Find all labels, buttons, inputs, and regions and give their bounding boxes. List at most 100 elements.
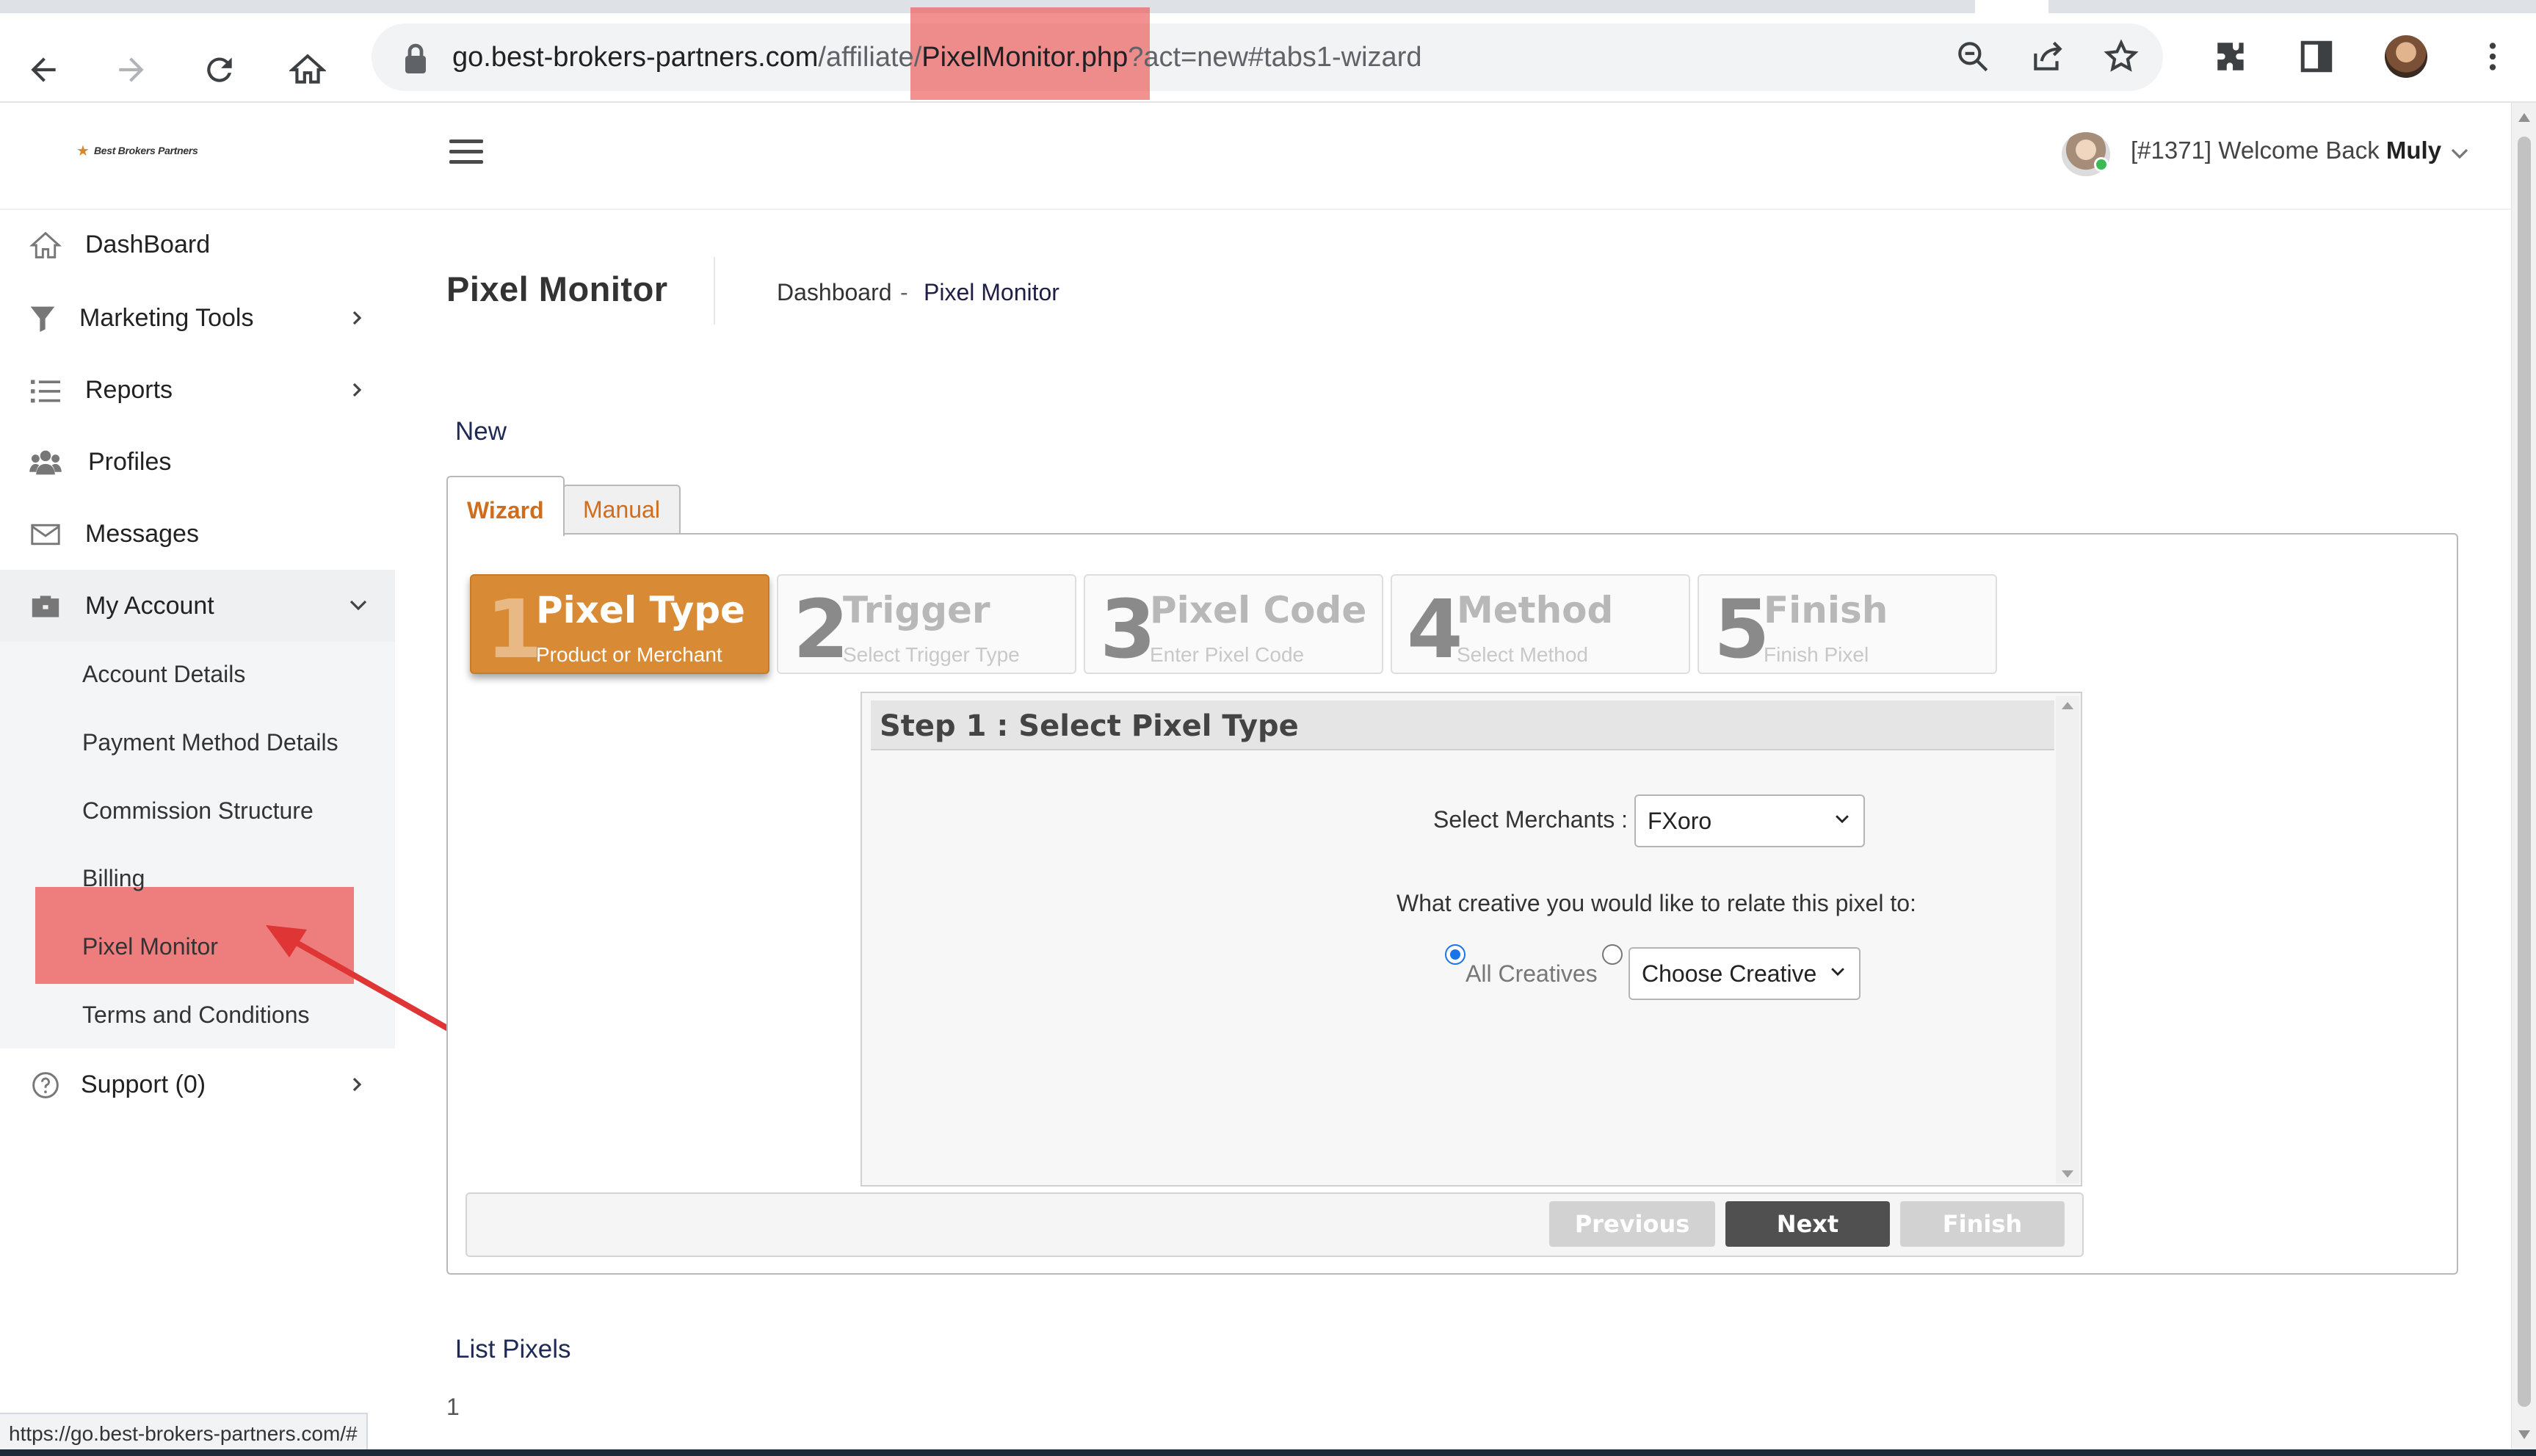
scrollbar-thumb[interactable]	[2518, 137, 2531, 1407]
sidebar-item-label: DashBoard	[85, 230, 211, 258]
brand-logo[interactable]: ★ Best Brokers Partners	[76, 140, 198, 162]
chevron-down-icon	[1836, 815, 1849, 824]
sidebar-item-label: Support (0)	[81, 1070, 206, 1098]
section-title-new: New	[455, 417, 507, 446]
scroll-up-icon[interactable]	[2062, 702, 2073, 709]
page-scrollbar[interactable]	[2511, 103, 2536, 1449]
welcome-message[interactable]: [#1371] Welcome Back Muly	[2131, 137, 2441, 164]
merchant-select[interactable]: FXoro	[1634, 794, 1865, 847]
breadcrumb-separator: -	[900, 279, 908, 305]
step-scrollbar[interactable]	[2056, 696, 2079, 1184]
home-icon	[29, 231, 62, 258]
sidebar-item-label: Messages	[85, 519, 199, 548]
sidebar-item-reports[interactable]: Reports	[0, 354, 395, 426]
logo-text: Best Brokers Partners	[93, 145, 198, 156]
scroll-down-icon[interactable]	[2518, 1430, 2530, 1439]
previous-button[interactable]: Previous	[1549, 1201, 1715, 1247]
step-number: 2	[793, 582, 849, 674]
step-title: Finish	[1764, 589, 1888, 631]
step-subtitle: Finish Pixel	[1764, 643, 1869, 666]
online-status-dot	[2094, 157, 2109, 172]
step-number: 4	[1407, 582, 1463, 674]
step-title: Pixel Code	[1150, 589, 1367, 631]
step-heading: Step 1 : Select Pixel Type	[880, 709, 1299, 743]
chevron-right-icon	[352, 311, 362, 325]
hamburger-menu-icon[interactable]	[449, 138, 485, 167]
step-number: 1	[486, 582, 543, 674]
reload-icon[interactable]	[195, 46, 244, 94]
merchant-selected-value: FXoro	[1648, 808, 1712, 834]
finish-button[interactable]: Finish	[1900, 1201, 2065, 1247]
page-title: Pixel Monitor	[446, 269, 668, 308]
creative-select[interactable]: Choose Creative	[1629, 947, 1861, 1000]
browser-tab-strip	[0, 0, 2536, 13]
chevron-down-icon	[349, 600, 367, 611]
sidebar-item-label: Reports	[85, 375, 173, 404]
choose-creative-radio[interactable]	[1602, 944, 1623, 965]
link-status-bar: https://go.best-brokers-partners.com/#	[0, 1413, 368, 1452]
list-icon	[31, 380, 60, 403]
sidebar-item-profiles[interactable]: Profiles	[0, 426, 395, 498]
back-icon[interactable]	[19, 46, 68, 94]
extensions-puzzle-icon[interactable]	[2207, 32, 2256, 81]
step-title: Method	[1457, 589, 1614, 631]
sidebar-item-label: My Account	[85, 591, 214, 620]
step-number: 3	[1100, 582, 1156, 674]
sidebar-item-messages[interactable]: Messages	[0, 498, 395, 570]
step-title: Trigger	[843, 589, 990, 631]
users-icon	[29, 450, 62, 475]
share-icon[interactable]	[2024, 32, 2072, 81]
wizard-step-4[interactable]: 4 Method Select Method	[1391, 574, 1690, 674]
sidebar-item-label: Marketing Tools	[79, 303, 254, 332]
tab-manual[interactable]: Manual	[562, 485, 681, 533]
url-text[interactable]: go.best-brokers-partners.com/affiliate/P…	[452, 34, 1421, 81]
home-icon[interactable]	[283, 46, 332, 94]
all-creatives-radio[interactable]	[1445, 944, 1466, 965]
creative-question: What creative you would like to relate t…	[1396, 890, 1916, 916]
submenu-account-details[interactable]: Account Details	[82, 661, 245, 688]
creative-selected-value: Choose Creative	[1642, 960, 1817, 987]
step-content-frame	[861, 692, 2082, 1187]
step-subtitle: Enter Pixel Code	[1150, 643, 1305, 666]
briefcase-icon	[32, 595, 59, 617]
logo-star-icon: ★	[76, 142, 90, 159]
section-title-list-pixels: List Pixels	[455, 1335, 571, 1363]
submenu-billing[interactable]: Billing	[82, 865, 145, 892]
browser-profile-avatar[interactable]	[2385, 35, 2427, 78]
wizard-step-3[interactable]: 3 Pixel Code Enter Pixel Code	[1084, 574, 1383, 674]
chevron-down-icon	[1831, 968, 1844, 977]
envelope-icon	[31, 524, 60, 546]
scroll-up-icon[interactable]	[2518, 113, 2530, 122]
browser-tab[interactable]	[1975, 0, 2048, 13]
side-panel-icon[interactable]	[2292, 32, 2341, 81]
step-number: 5	[1714, 582, 1770, 674]
zoom-out-icon[interactable]	[1949, 32, 1997, 81]
tab-wizard[interactable]: Wizard	[446, 476, 565, 536]
bookmark-star-icon[interactable]	[2097, 32, 2145, 81]
submenu-payment-method-details[interactable]: Payment Method Details	[82, 729, 338, 756]
next-button[interactable]: Next	[1725, 1201, 1890, 1247]
step-subtitle: Select Method	[1457, 643, 1588, 666]
wizard-step-1[interactable]: 1 Pixel Type Product or Merchant	[470, 574, 769, 674]
sidebar-item-marketing-tools[interactable]: Marketing Tools	[0, 282, 395, 354]
user-name: Muly	[2385, 137, 2442, 164]
chevron-down-icon[interactable]	[2449, 147, 2470, 162]
lock-icon[interactable]	[402, 43, 429, 75]
breadcrumb-dashboard[interactable]: Dashboard	[777, 279, 892, 306]
all-creatives-label[interactable]: All Creatives	[1466, 960, 1598, 988]
forward-icon[interactable]	[107, 46, 156, 94]
question-circle-icon	[32, 1072, 59, 1098]
sidebar-item-dashboard[interactable]: DashBoard	[0, 209, 395, 280]
breadcrumb-current: Pixel Monitor	[924, 279, 1059, 305]
sidebar-item-label: Profiles	[88, 447, 172, 476]
wizard-step-2[interactable]: 2 Trigger Select Trigger Type	[777, 574, 1076, 674]
browser-menu-icon[interactable]	[2468, 32, 2517, 81]
step-subtitle: Select Trigger Type	[843, 643, 1020, 666]
wizard-step-5[interactable]: 5 Finish Finish Pixel	[1698, 574, 1997, 674]
filter-icon	[30, 306, 55, 333]
submenu-commission-structure[interactable]: Commission Structure	[82, 797, 314, 825]
sidebar-item-my-account[interactable]: My Account	[0, 570, 395, 642]
scroll-down-icon[interactable]	[2062, 1170, 2073, 1178]
submenu-pixel-monitor[interactable]: Pixel Monitor	[82, 933, 218, 960]
title-separator	[714, 257, 715, 325]
